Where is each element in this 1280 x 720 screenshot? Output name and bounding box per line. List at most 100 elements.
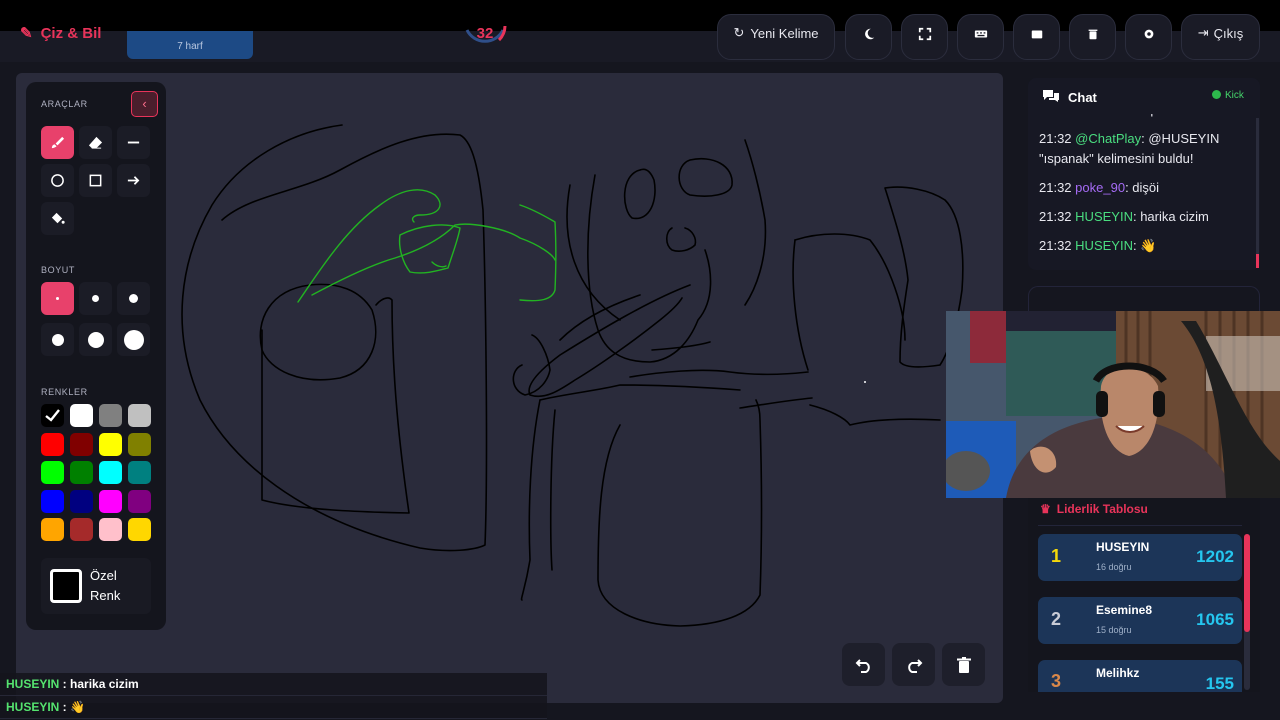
leaderboard-row[interactable]: 3 Melihkz 155 xyxy=(1038,660,1242,692)
settings-button[interactable] xyxy=(1125,14,1172,60)
collapse-panel-button[interactable]: ‹ xyxy=(131,91,158,117)
color-swatch[interactable] xyxy=(41,518,64,541)
chat-text: 👋 xyxy=(1140,238,1157,253)
leaderboard-rank: 2 xyxy=(1050,609,1061,629)
color-swatch[interactable] xyxy=(70,518,93,541)
color-swatch[interactable] xyxy=(128,432,151,456)
color-swatch[interactable] xyxy=(128,404,151,427)
size-option-4[interactable] xyxy=(41,323,74,356)
line-tool-button[interactable] xyxy=(117,126,150,159)
keyboard-icon xyxy=(974,30,987,38)
color-swatch[interactable] xyxy=(70,461,93,484)
theme-toggle-button[interactable] xyxy=(845,14,892,60)
leaderboard-row[interactable]: 2 Esemine8 15 doğru 1065 xyxy=(1038,597,1242,644)
chat-header: Chat Kick xyxy=(1028,78,1260,114)
leaderboard-scrollbar-thumb[interactable] xyxy=(1244,534,1250,632)
round-timer: 32 xyxy=(461,16,509,56)
color-swatch[interactable] xyxy=(70,432,93,456)
chat-platform-status: Kick xyxy=(1212,90,1244,101)
size-option-5[interactable] xyxy=(79,323,112,356)
tools-panel: ARAÇLAR ‹ BOYUT RENKLER Özel Renk xyxy=(26,82,166,630)
chat-scrollbar[interactable] xyxy=(1256,118,1259,268)
overlay-chat-user: HUSEYIN xyxy=(6,700,60,714)
color-swatch[interactable] xyxy=(41,461,64,484)
custom-color-preview xyxy=(50,569,82,603)
size-option-3[interactable] xyxy=(117,282,150,315)
leaderboard-scrollbar[interactable] xyxy=(1244,534,1250,690)
size-option-2[interactable] xyxy=(79,282,112,315)
color-swatch[interactable] xyxy=(70,489,93,513)
message-button[interactable] xyxy=(1013,14,1060,60)
circle-tool-button[interactable] xyxy=(41,164,74,197)
chat-panel: 21:32 HUSEYIN: ıspanak 21:32 @ChatPlay: … xyxy=(1028,78,1260,270)
chat-time: 21:32 xyxy=(1039,131,1072,146)
colors-section-title: RENKLER xyxy=(41,387,88,397)
leaderboard-name: HUSEYIN xyxy=(1096,540,1150,554)
color-swatch[interactable] xyxy=(41,432,64,456)
chat-bubbles-icon xyxy=(1043,90,1059,102)
size-option-6[interactable] xyxy=(117,323,150,356)
logout-icon: ⇥ xyxy=(1197,25,1209,40)
chat-text: dişöi xyxy=(1132,180,1160,195)
rectangle-tool-button[interactable] xyxy=(79,164,112,197)
chat-messages[interactable]: 21:32 HUSEYIN: ıspanak 21:32 @ChatPlay: … xyxy=(1039,102,1244,265)
fill-tool-button[interactable] xyxy=(41,202,74,235)
chevron-left-icon: ‹ xyxy=(142,96,147,111)
word-hint: 7 harf xyxy=(177,41,203,52)
top-bar: ✎ Çiz & Bil 7 harf 32 ↻ Yeni Kelime ⇥ Çıkış xyxy=(0,0,1280,62)
redo-button[interactable] xyxy=(892,643,935,686)
trash-icon xyxy=(1088,29,1097,40)
brush-tool-button[interactable] xyxy=(41,126,74,159)
leaderboard-correct-count: 15 doğru xyxy=(1096,625,1132,635)
webcam-overlay xyxy=(946,311,1280,498)
overlay-chat-row: HUSEYIN : harika cizim xyxy=(0,673,547,696)
clear-button[interactable] xyxy=(1069,14,1116,60)
chat-scrollbar-thumb[interactable] xyxy=(1256,254,1259,268)
color-swatch[interactable] xyxy=(41,489,64,513)
trash-icon xyxy=(956,656,971,673)
leaderboard-correct-count: 16 doğru xyxy=(1096,562,1132,572)
brush-logo-icon: ✎ xyxy=(20,25,33,42)
color-swatch[interactable] xyxy=(99,461,122,484)
size-option-1[interactable] xyxy=(41,282,74,315)
chat-title: Chat xyxy=(1068,90,1097,105)
leaderboard-score: 155 xyxy=(1205,674,1234,692)
new-word-button[interactable]: ↻ Yeni Kelime xyxy=(717,14,835,60)
overlay-chat-separator: : xyxy=(59,677,71,691)
color-swatch[interactable] xyxy=(99,489,122,513)
clear-canvas-button[interactable] xyxy=(942,643,985,686)
color-swatch[interactable] xyxy=(70,404,93,427)
color-swatch[interactable] xyxy=(128,461,151,484)
undo-button[interactable] xyxy=(842,643,885,686)
new-word-label: Yeni Kelime xyxy=(750,26,819,41)
gear-icon xyxy=(1144,29,1153,39)
leaderboard-title: ♛ Liderlik Tablosu xyxy=(1040,502,1148,516)
leaderboard-row[interactable]: 1 HUSEYIN 16 doğru 1202 xyxy=(1038,534,1242,581)
keyboard-button[interactable] xyxy=(957,14,1004,60)
color-swatch[interactable] xyxy=(99,404,122,427)
eraser-icon xyxy=(88,136,103,149)
timer-value: 32 xyxy=(476,25,494,42)
color-swatch[interactable] xyxy=(128,489,151,513)
brand-title: Çiz & Bil xyxy=(40,25,102,42)
arrow-tool-button[interactable] xyxy=(117,164,150,197)
exit-button[interactable]: ⇥ Çıkış xyxy=(1181,14,1260,60)
color-swatch[interactable] xyxy=(99,432,122,456)
square-icon xyxy=(89,174,102,187)
leaderboard-rank: 3 xyxy=(1050,671,1061,691)
leaderboard-title-text: Liderlik Tablosu xyxy=(1056,502,1148,516)
fullscreen-button[interactable] xyxy=(901,14,948,60)
color-swatch[interactable] xyxy=(41,404,64,427)
chat-message: 21:32 HUSEYIN: harika cizim xyxy=(1039,209,1209,224)
refresh-icon: ↻ xyxy=(733,25,745,40)
chat-user: poke_90 xyxy=(1075,180,1126,195)
arrow-right-icon xyxy=(127,176,140,185)
check-icon xyxy=(45,409,60,422)
overlay-chat-text: 👋 xyxy=(70,700,85,714)
color-swatch[interactable] xyxy=(128,518,151,541)
fullscreen-icon xyxy=(918,27,931,41)
custom-color-button[interactable]: Özel Renk xyxy=(41,558,151,614)
brand[interactable]: ✎ Çiz & Bil xyxy=(20,24,101,42)
color-swatch[interactable] xyxy=(99,518,122,541)
eraser-tool-button[interactable] xyxy=(79,126,112,159)
